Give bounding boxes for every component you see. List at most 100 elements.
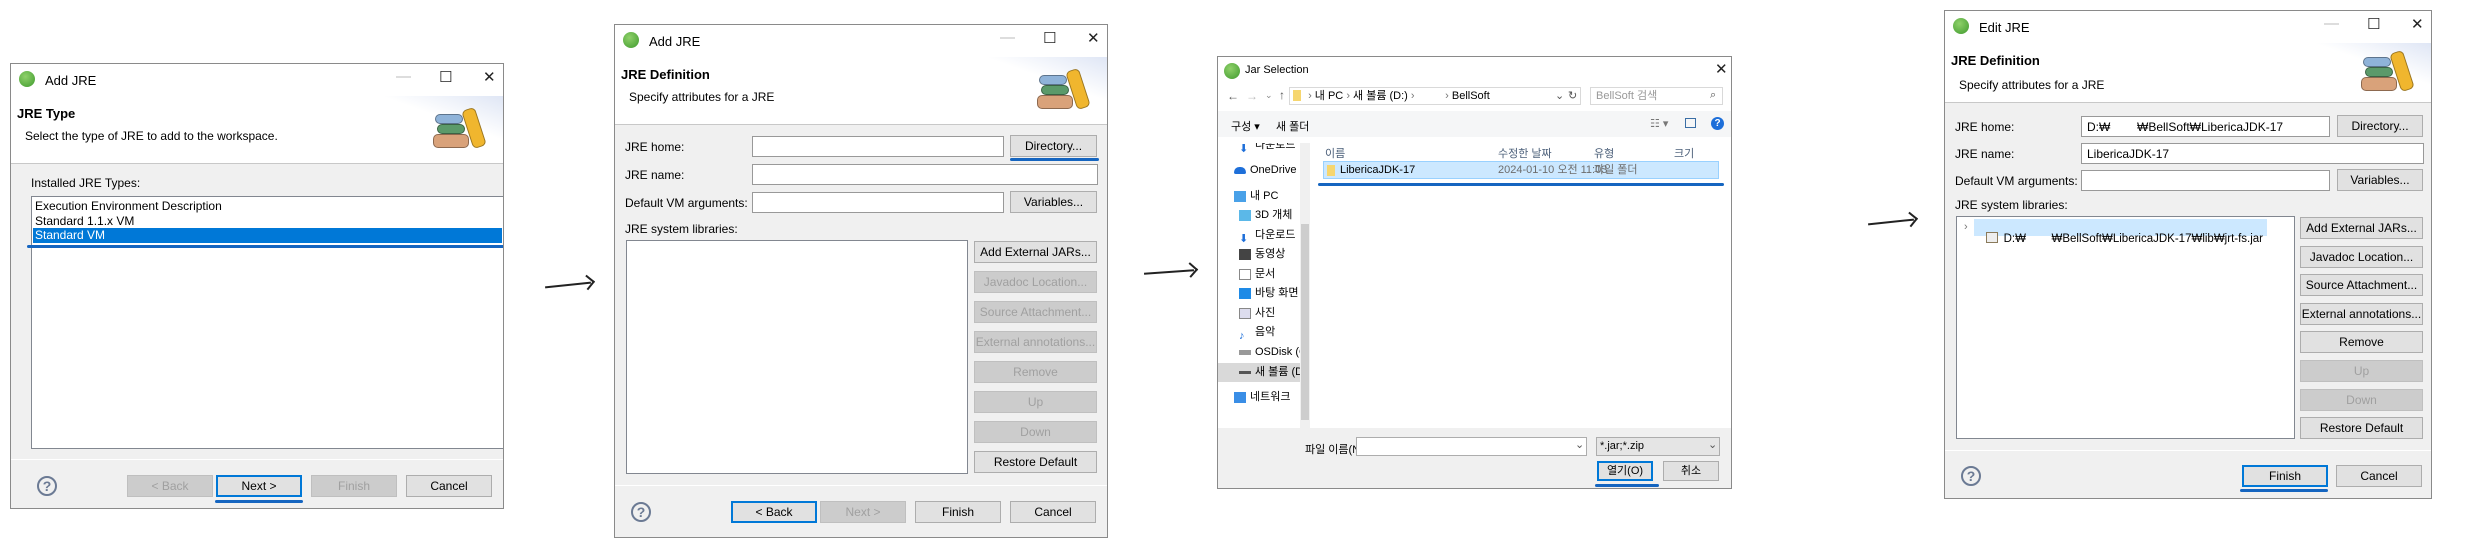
cancel-button[interactable]: Cancel [2336, 465, 2422, 487]
help-icon[interactable]: ? [1711, 117, 1724, 130]
address-bar[interactable]: › 내 PC › 새 볼륨 (D:) › › BellSoft ⌄ ↻ [1289, 87, 1581, 105]
recent-dropdown-icon[interactable]: ⌄ [1265, 90, 1273, 101]
expand-chevron-icon[interactable]: › [1964, 221, 1968, 233]
column-header-name[interactable]: 이름 [1325, 145, 1345, 161]
down-button[interactable]: Down [974, 421, 1097, 443]
back-button[interactable]: < Back [127, 475, 213, 497]
nav-item-downloads[interactable]: ⬇ 다운로드 [1218, 226, 1300, 245]
finish-button[interactable]: Finish [311, 475, 397, 497]
forward-arrow-icon[interactable]: → [1246, 89, 1258, 103]
minimize-button[interactable]: — [396, 68, 411, 85]
remove-button[interactable]: Remove [2300, 331, 2423, 353]
nav-item-desktop[interactable]: 바탕 화면 [1218, 284, 1300, 303]
column-header-type[interactable]: 유형 [1594, 145, 1614, 161]
refresh-icon[interactable]: ↻ [1568, 88, 1577, 104]
up-button[interactable]: Up [974, 391, 1097, 413]
up-button[interactable]: Up [2300, 360, 2423, 382]
finish-button[interactable]: Finish [2242, 465, 2328, 487]
remove-button[interactable]: Remove [974, 361, 1097, 383]
close-button[interactable]: ✕ [1715, 60, 1728, 78]
list-item-selected[interactable]: Standard VM [33, 228, 502, 243]
maximize-button[interactable]: ☐ [2367, 15, 2380, 33]
directory-button[interactable]: Directory... [1010, 135, 1097, 157]
nav-item-downloads[interactable]: ⬇ 다운로드 [1218, 143, 1300, 155]
jre-name-input[interactable] [752, 164, 1098, 185]
add-external-jars-button[interactable]: Add External JARs... [974, 241, 1097, 263]
cancel-button[interactable]: Cancel [1010, 501, 1096, 523]
vm-args-input[interactable] [2081, 170, 2330, 191]
help-icon[interactable]: ? [37, 476, 57, 496]
nav-item-osdisk-c[interactable]: OSDisk (C:) [1218, 343, 1300, 362]
list-item[interactable]: Execution Environment Description [35, 199, 222, 213]
organize-button[interactable]: 구성 ▾ [1231, 118, 1260, 134]
restore-default-button[interactable]: Restore Default [2300, 417, 2423, 439]
nav-item-network[interactable]: 네트워크 [1218, 388, 1300, 407]
jre-types-list[interactable]: Execution Environment Description Standa… [31, 196, 503, 449]
cancel-button[interactable]: 취소 [1663, 461, 1719, 481]
close-button[interactable]: ✕ [2411, 15, 2424, 33]
variables-button[interactable]: Variables... [1010, 191, 1097, 213]
close-button[interactable]: ✕ [483, 68, 496, 86]
nav-item-volume-d[interactable]: 새 볼륨 (D:) [1218, 363, 1300, 382]
chevron-down-icon[interactable]: ⌄ [1555, 88, 1564, 104]
cancel-button[interactable]: Cancel [406, 475, 492, 497]
add-external-jars-button[interactable]: Add External JARs... [2300, 217, 2423, 239]
nav-item-music[interactable]: ♪ 음악 [1218, 323, 1300, 342]
vm-args-input[interactable] [752, 192, 1004, 213]
file-type-filter[interactable]: *.jar;*.zip [1596, 437, 1720, 456]
column-header-date[interactable]: 수정한 날짜 [1498, 145, 1552, 161]
jre-home-input[interactable]: D:₩ ₩BellSoft₩LibericaJDK-17 [2081, 116, 2330, 137]
back-arrow-icon[interactable]: ← [1227, 89, 1239, 103]
up-arrow-icon[interactable]: ↑ [1279, 88, 1285, 102]
column-header-size[interactable]: 크기 [1674, 145, 1694, 161]
list-item[interactable]: Standard 1.1.x VM [35, 214, 134, 228]
breadcrumb-item[interactable]: 내 PC [1315, 90, 1343, 102]
external-annotations-button[interactable]: External annotations... [974, 331, 1097, 353]
nav-item-3d-objects[interactable]: 3D 개체 [1218, 206, 1300, 225]
source-attachment-button[interactable]: Source Attachment... [974, 301, 1097, 323]
libraries-tree[interactable]: › D:₩ ₩BellSoft₩LibericaJDK-17₩lib₩jrt-f… [1956, 216, 2295, 439]
open-button[interactable]: 열기(O) [1597, 461, 1653, 481]
javadoc-location-button[interactable]: Javadoc Location... [974, 271, 1097, 293]
search-input[interactable]: BellSoft 검색 [1590, 87, 1723, 105]
variables-button[interactable]: Variables... [2337, 169, 2423, 191]
directory-button[interactable]: Directory... [2337, 115, 2423, 137]
file-row[interactable]: LibericaJDK-17 2024-01-10 오전 11:03 파일 폴더 [1323, 161, 1719, 179]
javadoc-location-button[interactable]: Javadoc Location... [2300, 246, 2423, 268]
nav-item-documents[interactable]: 문서 [1218, 265, 1300, 284]
new-folder-button[interactable]: 새 폴더 [1276, 118, 1309, 134]
filename-input[interactable] [1356, 437, 1587, 456]
jre-name-input[interactable]: LibericaJDK-17 [2081, 143, 2424, 164]
breadcrumb-item[interactable]: 새 볼륨 (D:) [1353, 90, 1408, 102]
jre-home-input[interactable] [752, 136, 1004, 157]
next-button[interactable]: Next > [216, 475, 302, 497]
view-options-icon[interactable]: ☷ ▾ [1650, 117, 1668, 130]
external-annotations-button[interactable]: External annotations... [2300, 303, 2423, 325]
breadcrumb-item[interactable]: BellSoft [1452, 90, 1490, 102]
help-icon[interactable]: ? [1961, 466, 1981, 486]
nav-scrollbar[interactable] [1300, 143, 1310, 428]
back-button[interactable]: < Back [731, 501, 817, 523]
down-button[interactable]: Down [2300, 389, 2423, 411]
minimize-button[interactable]: — [2324, 15, 2339, 32]
library-item[interactable]: D:₩ ₩BellSoft₩LibericaJDK-17₩lib₩jrt-fs.… [1974, 219, 2268, 245]
next-button[interactable]: Next > [820, 501, 906, 523]
chevron-down-icon[interactable]: ⌄ [1708, 438, 1717, 451]
help-icon[interactable]: ? [631, 502, 651, 522]
nav-item-videos[interactable]: 동영상 [1218, 245, 1300, 264]
chevron-down-icon[interactable]: ⌄ [1575, 438, 1584, 451]
nav-item-onedrive[interactable]: OneDrive - Pe [1218, 161, 1300, 180]
preview-pane-icon[interactable] [1685, 118, 1696, 128]
restore-default-button[interactable]: Restore Default [974, 451, 1097, 473]
libraries-tree[interactable] [626, 240, 968, 474]
minimize-button[interactable]: — [1000, 29, 1015, 46]
finish-button[interactable]: Finish [915, 501, 1001, 523]
maximize-button[interactable]: ☐ [439, 68, 452, 86]
close-button[interactable]: ✕ [1087, 29, 1100, 47]
page-title: JRE Type [17, 106, 76, 121]
source-attachment-button[interactable]: Source Attachment... [2300, 274, 2423, 296]
nav-item-pictures[interactable]: 사진 [1218, 304, 1300, 323]
wizard-header: JRE Type Select the type of JRE to add t… [11, 96, 503, 164]
maximize-button[interactable]: ☐ [1043, 29, 1056, 47]
nav-item-this-pc[interactable]: 내 PC [1218, 187, 1300, 206]
